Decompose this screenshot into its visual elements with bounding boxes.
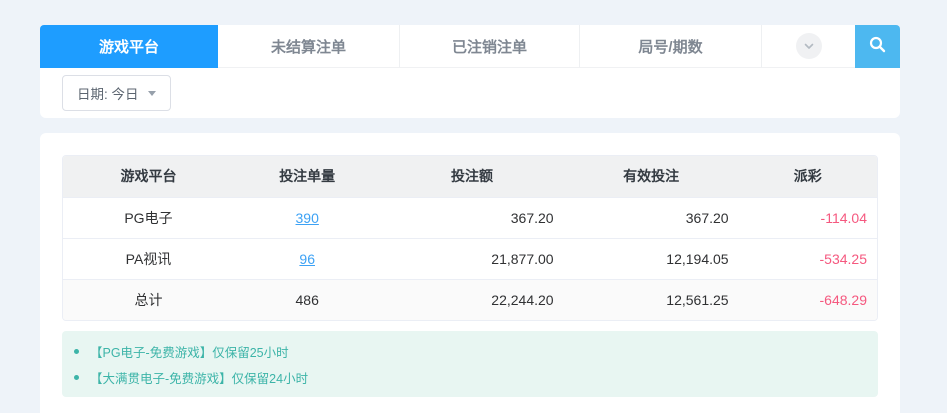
chevron-down-icon (796, 33, 822, 59)
valid-bet-cell: 367.20 (564, 197, 739, 238)
col-header-bet-count: 投注单量 (234, 156, 381, 197)
date-filter-label: 日期: 今日 (77, 83, 139, 103)
bet-count-link[interactable]: 96 (299, 251, 315, 267)
tab-cancelled-bets[interactable]: 已注销注单 (400, 25, 580, 68)
tab-game-platform[interactable]: 游戏平台 (40, 25, 218, 68)
table-row-pa: PA视讯 96 21,877.00 12,194.05 -534.25 (63, 238, 877, 279)
table-row-total: 总计 486 22,244.20 12,561.25 -648.29 (63, 279, 877, 320)
col-header-platform: 游戏平台 (63, 156, 234, 197)
bet-amount-cell: 21,877.00 (380, 238, 563, 279)
total-bet-count-cell: 486 (234, 279, 381, 320)
search-icon (868, 35, 887, 59)
report-card: 游戏平台 投注单量 投注额 有效投注 派彩 PG电子 390 367.20 36… (40, 133, 900, 413)
table-row-pg: PG电子 390 367.20 367.20 -114.04 (63, 197, 877, 238)
payout-cell: -114.04 (739, 197, 877, 238)
note-line-dmg: 【大满贯电子-免费游戏】仅保留24小时 (62, 364, 878, 390)
tab-bar: 游戏平台 未结算注单 已注销注单 局号/期数 (40, 25, 900, 68)
bet-count-link[interactable]: 390 (296, 210, 319, 226)
bet-count-cell: 96 (234, 238, 381, 279)
date-filter-button[interactable]: 日期: 今日 (62, 75, 171, 111)
platform-cell: PA视讯 (63, 238, 234, 279)
tab-label: 未结算注单 (271, 36, 346, 57)
bullet-icon (74, 349, 79, 354)
col-header-valid-bet: 有效投注 (564, 156, 739, 197)
col-header-payout: 派彩 (739, 156, 877, 197)
note-text: 【PG电子-免费游戏】仅保留25小时 (90, 342, 289, 361)
report-table: 游戏平台 投注单量 投注额 有效投注 派彩 PG电子 390 367.20 36… (62, 155, 878, 321)
caret-down-icon (148, 91, 156, 96)
payout-cell: -534.25 (739, 238, 877, 279)
total-label-cell: 总计 (63, 279, 234, 320)
notes-box: 【PG电子-免费游戏】仅保留25小时 【大满贯电子-免费游戏】仅保留24小时 (62, 331, 878, 397)
platform-cell: PG电子 (63, 197, 234, 238)
total-bet-amount-cell: 22,244.20 (380, 279, 563, 320)
search-button[interactable] (855, 25, 900, 68)
total-valid-bet-cell: 12,561.25 (564, 279, 739, 320)
note-line-pg: 【PG电子-免费游戏】仅保留25小时 (62, 338, 878, 364)
table-header-row: 游戏平台 投注单量 投注额 有效投注 派彩 (63, 156, 877, 197)
bet-amount-cell: 367.20 (380, 197, 563, 238)
main-panel: 游戏平台 未结算注单 已注销注单 局号/期数 日期: 今日 (40, 25, 900, 413)
more-tabs-button[interactable] (762, 25, 855, 68)
total-payout-cell: -648.29 (739, 279, 877, 320)
tab-unsettled-bets[interactable]: 未结算注单 (218, 25, 400, 68)
tab-label: 已注销注单 (452, 36, 527, 57)
tab-round-number[interactable]: 局号/期数 (580, 25, 762, 68)
bet-count-cell: 390 (234, 197, 381, 238)
note-text: 【大满贯电子-免费游戏】仅保留24小时 (90, 368, 308, 387)
tab-label: 局号/期数 (638, 36, 702, 57)
tab-label: 游戏平台 (99, 36, 159, 57)
bullet-icon (74, 375, 79, 380)
filter-bar: 日期: 今日 (40, 68, 900, 118)
col-header-bet-amount: 投注额 (380, 156, 563, 197)
valid-bet-cell: 12,194.05 (564, 238, 739, 279)
